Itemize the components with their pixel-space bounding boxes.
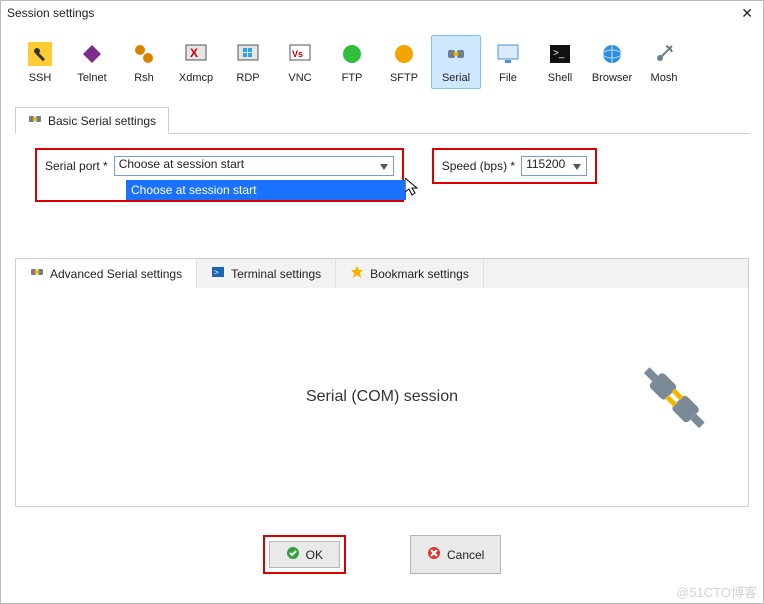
svg-text:X: X bbox=[190, 46, 198, 60]
window-title: Session settings bbox=[7, 6, 94, 20]
type-rsh[interactable]: Rsh bbox=[119, 35, 169, 89]
plug-large-icon bbox=[630, 352, 720, 445]
session-type-row: SSH Telnet Rsh X Xdmcp RDP Vs VNC FTP SF… bbox=[1, 25, 763, 89]
dialog-buttons: OK Cancel bbox=[1, 535, 763, 574]
type-label: Xdmcp bbox=[179, 72, 213, 84]
basic-tab-label: Basic Serial settings bbox=[48, 114, 156, 128]
type-serial[interactable]: Serial bbox=[431, 35, 481, 89]
serial-port-value: Choose at session start bbox=[119, 157, 244, 171]
basic-settings-tab[interactable]: Basic Serial settings bbox=[15, 107, 169, 134]
globe-green-icon bbox=[340, 42, 364, 66]
serial-port-group: Serial port * Choose at session start Ch… bbox=[35, 148, 404, 202]
vnc-icon: Vs bbox=[288, 42, 312, 66]
type-ssh[interactable]: SSH bbox=[15, 35, 65, 89]
check-circle-icon bbox=[286, 546, 300, 563]
monitor-file-icon bbox=[496, 42, 520, 66]
speed-combo[interactable]: 115200 bbox=[521, 156, 587, 176]
key-icon bbox=[28, 42, 52, 66]
content-area: Serial (COM) session bbox=[16, 288, 748, 506]
type-ftp[interactable]: FTP bbox=[327, 35, 377, 89]
speed-value: 115200 bbox=[526, 157, 565, 171]
sub-settings-section: Advanced Serial settings > Terminal sett… bbox=[15, 258, 749, 507]
type-label: Shell bbox=[548, 72, 572, 84]
type-rdp[interactable]: RDP bbox=[223, 35, 273, 89]
chevron-down-icon bbox=[377, 160, 391, 174]
ok-highlight: OK bbox=[263, 535, 346, 574]
serial-port-combo[interactable]: Choose at session start bbox=[114, 156, 394, 176]
type-label: VNC bbox=[288, 72, 311, 84]
serial-port-label: Serial port * bbox=[45, 159, 108, 173]
type-label: RDP bbox=[236, 72, 259, 84]
watermark: @51CTO博客 bbox=[676, 582, 757, 601]
type-browser[interactable]: Browser bbox=[587, 35, 637, 89]
cancel-button[interactable]: Cancel bbox=[410, 535, 501, 574]
close-circle-icon bbox=[427, 546, 441, 563]
type-label: Browser bbox=[592, 72, 632, 84]
chevron-down-icon bbox=[570, 160, 584, 174]
tab-label: Advanced Serial settings bbox=[50, 267, 182, 281]
type-file[interactable]: File bbox=[483, 35, 533, 89]
cursor-icon bbox=[405, 178, 421, 196]
tab-advanced-serial[interactable]: Advanced Serial settings bbox=[16, 259, 197, 288]
star-icon bbox=[350, 265, 364, 282]
tab-bookmark-settings[interactable]: Bookmark settings bbox=[336, 259, 484, 288]
type-label: Telnet bbox=[77, 72, 106, 84]
type-telnet[interactable]: Telnet bbox=[67, 35, 117, 89]
tab-terminal-settings[interactable]: > Terminal settings bbox=[197, 259, 336, 288]
session-heading: Serial (COM) session bbox=[306, 388, 458, 406]
terminal-icon: >_ bbox=[548, 42, 572, 66]
plug-small-icon bbox=[30, 265, 44, 282]
type-shell[interactable]: >_ Shell bbox=[535, 35, 585, 89]
serial-port-option[interactable]: Choose at session start bbox=[126, 180, 406, 200]
type-xdmcp[interactable]: X Xdmcp bbox=[171, 35, 221, 89]
satellite-icon bbox=[652, 42, 676, 66]
basic-settings-section: Basic Serial settings Serial port * Choo… bbox=[15, 107, 749, 248]
title-bar: Session settings ✕ bbox=[1, 1, 763, 25]
type-vnc[interactable]: Vs VNC bbox=[275, 35, 325, 89]
svg-text:>_: >_ bbox=[553, 48, 565, 59]
plug-small-icon bbox=[28, 112, 42, 129]
serial-port-dropdown: Choose at session start bbox=[126, 180, 406, 200]
ok-label: OK bbox=[306, 548, 323, 562]
svg-text:>: > bbox=[214, 268, 219, 277]
type-label: File bbox=[499, 72, 517, 84]
plug-icon bbox=[444, 42, 468, 66]
terminal-small-icon: > bbox=[211, 265, 225, 282]
type-mosh[interactable]: Mosh bbox=[639, 35, 689, 89]
x-icon: X bbox=[184, 42, 208, 66]
windows-icon bbox=[236, 42, 260, 66]
speed-label: Speed (bps) * bbox=[442, 159, 515, 173]
type-label: Rsh bbox=[134, 72, 154, 84]
sub-tabs: Advanced Serial settings > Terminal sett… bbox=[16, 259, 748, 288]
type-label: Mosh bbox=[651, 72, 678, 84]
diamond-icon bbox=[80, 42, 104, 66]
gears-icon bbox=[132, 42, 156, 66]
type-label: SSH bbox=[29, 72, 52, 84]
globe-orange-icon bbox=[392, 42, 416, 66]
type-label: Serial bbox=[442, 72, 470, 84]
ok-button[interactable]: OK bbox=[269, 541, 340, 568]
type-sftp[interactable]: SFTP bbox=[379, 35, 429, 89]
close-icon[interactable]: ✕ bbox=[737, 5, 757, 22]
speed-group: Speed (bps) * 115200 bbox=[432, 148, 597, 184]
tab-label: Bookmark settings bbox=[370, 267, 469, 281]
type-label: FTP bbox=[342, 72, 363, 84]
svg-text:Vs: Vs bbox=[292, 49, 303, 59]
cancel-label: Cancel bbox=[447, 548, 484, 562]
type-label: SFTP bbox=[390, 72, 418, 84]
tab-label: Terminal settings bbox=[231, 267, 321, 281]
globe-blue-icon bbox=[600, 42, 624, 66]
